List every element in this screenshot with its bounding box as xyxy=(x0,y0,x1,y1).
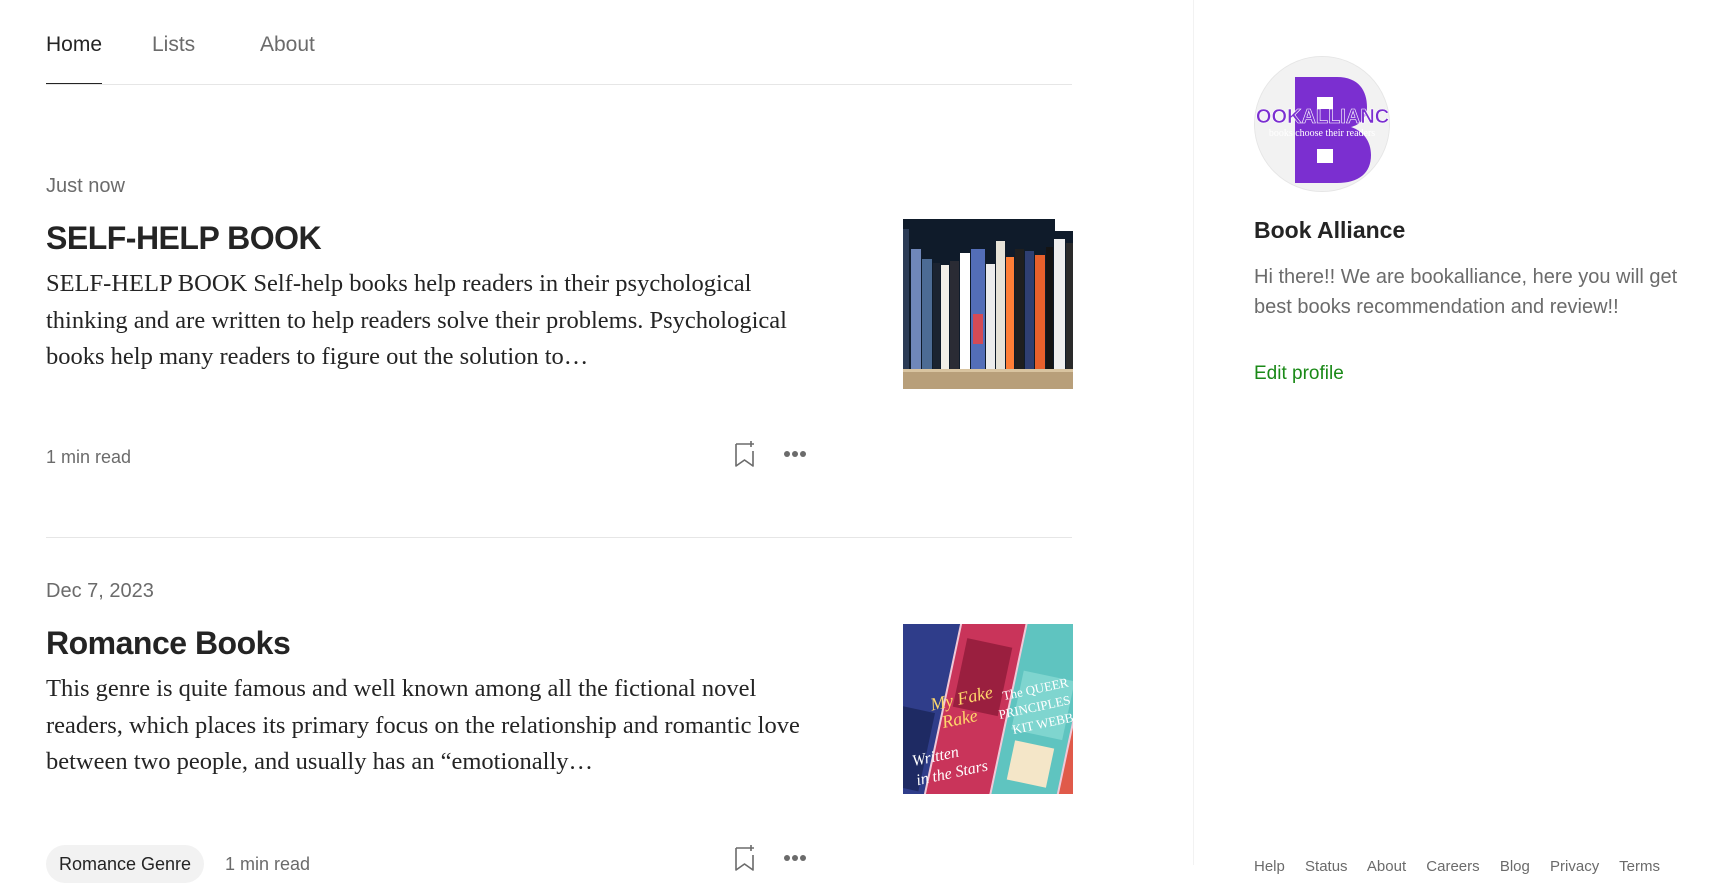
bookshelf-image xyxy=(903,219,1073,389)
profile-name: Book Alliance xyxy=(1254,217,1406,243)
tab-about[interactable]: About xyxy=(260,32,315,58)
profile-bio: Hi there!! We are bookalliance, here you… xyxy=(1254,266,1678,318)
main-content: Home Lists About Just now SELF-HELP BOOK… xyxy=(46,0,1073,883)
avatar[interactable]: BOOKALLIANCE books choose their readers xyxy=(1254,56,1390,192)
bookmark-add-icon[interactable] xyxy=(729,438,761,470)
tab-home[interactable]: Home xyxy=(46,32,103,84)
footer-link-blog[interactable]: Blog xyxy=(1500,858,1530,875)
footer-link-help[interactable]: Help xyxy=(1254,858,1285,875)
romance-covers-image: My Fake Rake The QUEER PRINCIPLES KIT WE… xyxy=(903,624,1073,794)
post-excerpt[interactable]: SELF-HELP BOOK Self-help books help read… xyxy=(46,266,806,376)
footer-links: Help Status About Careers Blog Privacy T… xyxy=(1254,858,1676,875)
post-excerpt[interactable]: This genre is quite famous and well know… xyxy=(46,671,806,781)
post-tag[interactable]: Romance Genre xyxy=(46,845,205,883)
profile-tabs: Home Lists About xyxy=(46,0,1072,85)
footer-link-careers[interactable]: Careers xyxy=(1426,858,1479,875)
post-thumbnail[interactable] xyxy=(903,219,1073,389)
post-thumbnail[interactable]: My Fake Rake The QUEER PRINCIPLES KIT WE… xyxy=(903,624,1073,794)
post-title[interactable]: SELF-HELP BOOK xyxy=(46,219,322,257)
read-time: 1 min read xyxy=(225,854,311,874)
more-horizontal-icon[interactable] xyxy=(779,441,811,473)
bookalliance-logo: BOOKALLIANCE books choose their readers xyxy=(1255,57,1389,191)
svg-text:books choose their readers: books choose their readers xyxy=(1269,128,1375,139)
footer-link-terms[interactable]: Terms xyxy=(1619,858,1660,875)
profile-sidebar: BOOKALLIANCE books choose their readers … xyxy=(1193,0,1721,875)
footer-link-status[interactable]: Status xyxy=(1305,858,1348,875)
svg-text:BOOKALLIANCE: BOOKALLIANCE xyxy=(1255,106,1389,128)
read-time: 1 min read xyxy=(46,447,132,467)
post-title[interactable]: Romance Books xyxy=(46,624,291,662)
footer-link-privacy[interactable]: Privacy xyxy=(1550,858,1599,875)
post-divider xyxy=(46,537,1072,538)
tab-lists[interactable]: Lists xyxy=(152,32,195,58)
more-horizontal-icon[interactable] xyxy=(779,845,811,877)
post-date: Dec 7, 2023 xyxy=(46,580,154,602)
bookmark-add-icon[interactable] xyxy=(729,842,761,874)
edit-profile-link[interactable]: Edit profile xyxy=(1254,362,1344,386)
post-date: Just now xyxy=(46,175,125,197)
footer-link-about[interactable]: About xyxy=(1367,858,1406,875)
